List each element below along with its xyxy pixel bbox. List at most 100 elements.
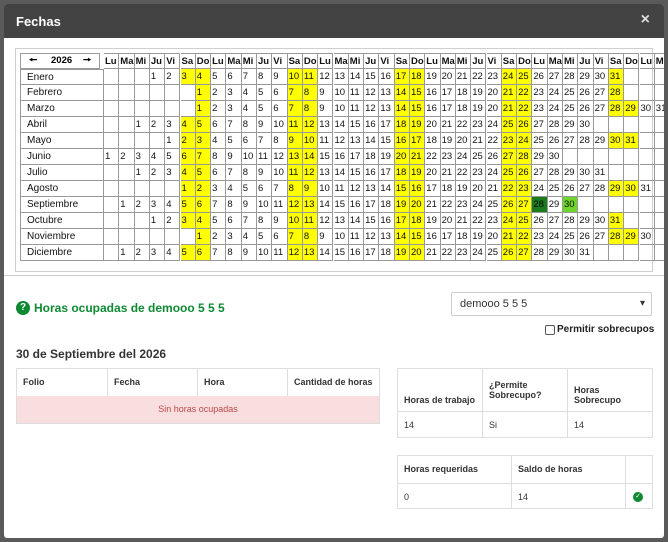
calendar-day[interactable]: 18 — [410, 69, 426, 85]
close-icon[interactable]: × — [641, 11, 650, 29]
calendar-day[interactable]: 25 — [532, 133, 548, 149]
calendar-day[interactable]: 20 — [410, 245, 426, 261]
calendar-day[interactable]: 9 — [272, 69, 288, 85]
calendar-day[interactable]: 16 — [425, 85, 441, 101]
calendar-day[interactable]: 7 — [195, 149, 212, 165]
calendar-day[interactable]: 8 — [302, 85, 319, 101]
calendar-day[interactable]: 19 — [471, 101, 487, 117]
calendar-day[interactable]: 28 — [608, 101, 625, 117]
calendar-day[interactable]: 26 — [501, 245, 518, 261]
calendar-day[interactable]: 6 — [211, 117, 227, 133]
calendar-day[interactable]: 30 — [624, 181, 640, 197]
calendar-day[interactable]: 29 — [578, 69, 594, 85]
calendar-day[interactable]: 24 — [547, 101, 563, 117]
calendar-day[interactable]: 5 — [226, 133, 242, 149]
calendar-day[interactable]: 25 — [471, 149, 487, 165]
calendar-day[interactable]: 19 — [471, 85, 487, 101]
calendar-day[interactable]: 13 — [379, 101, 395, 117]
calendar-day[interactable]: 19 — [410, 165, 426, 181]
calendar-day[interactable]: 3 — [226, 229, 242, 245]
calendar-day[interactable]: 6 — [272, 85, 288, 101]
calendar-day[interactable]: 15 — [364, 213, 380, 229]
calendar-day[interactable]: 22 — [501, 181, 518, 197]
calendar-day[interactable]: 31 — [624, 133, 640, 149]
calendar-day[interactable]: 17 — [394, 69, 410, 85]
calendar-day[interactable]: 25 — [563, 229, 579, 245]
calendar-day[interactable]: 25 — [486, 245, 502, 261]
calendar-day[interactable]: 22 — [517, 229, 533, 245]
calendar-day[interactable]: 28 — [593, 181, 609, 197]
calendar-day[interactable]: 26 — [563, 181, 579, 197]
calendar-day[interactable]: 12 — [364, 85, 380, 101]
calendar-day[interactable]: 5 — [195, 117, 212, 133]
calendar-day[interactable]: 17 — [394, 213, 410, 229]
calendar-day[interactable]: 19 — [379, 149, 395, 165]
calendar-day[interactable]: 21 — [501, 229, 518, 245]
calendar-day[interactable]: 14 — [348, 213, 365, 229]
calendar-day[interactable]: 28 — [547, 165, 563, 181]
calendar-day[interactable]: 14 — [348, 69, 365, 85]
calendar-day[interactable]: 22 — [440, 197, 456, 213]
calendar-day[interactable]: 20 — [410, 197, 426, 213]
calendar-day[interactable]: 6 — [226, 69, 242, 85]
calendar-day[interactable]: 12 — [318, 69, 334, 85]
calendar-day[interactable]: 27 — [501, 149, 518, 165]
calendar-day[interactable]: 31 — [578, 245, 594, 261]
calendar-day[interactable]: 5 — [180, 197, 196, 213]
calendar-day[interactable]: 4 — [180, 165, 196, 181]
calendar-day[interactable]: 20 — [394, 149, 410, 165]
calendar-day[interactable]: 11 — [333, 181, 349, 197]
calendar-day[interactable]: 8 — [226, 245, 242, 261]
calendar-day[interactable]: 17 — [440, 101, 456, 117]
calendar-day[interactable]: 21 — [455, 69, 472, 85]
calendar-day[interactable]: 9 — [318, 85, 334, 101]
calendar-day[interactable]: 24 — [501, 213, 518, 229]
calendar-day[interactable]: 1 — [149, 69, 166, 85]
calendar-day[interactable]: 10 — [333, 85, 349, 101]
calendar-day[interactable]: 17 — [379, 165, 395, 181]
calendar-day[interactable]: 28 — [517, 149, 533, 165]
calendar-day[interactable]: 23 — [532, 85, 548, 101]
calendar-day[interactable]: 12 — [272, 149, 288, 165]
calendar-day[interactable]: 11 — [272, 245, 288, 261]
calendar-day[interactable]: 29 — [624, 101, 640, 117]
calendar-day[interactable]: 28 — [608, 85, 625, 101]
calendar-day[interactable]: 18 — [379, 197, 395, 213]
calendar-day[interactable]: 25 — [563, 85, 579, 101]
calendar-day[interactable]: 11 — [348, 229, 365, 245]
calendar-day[interactable]: 17 — [425, 181, 441, 197]
calendar-day[interactable]: 24 — [471, 245, 487, 261]
calendar-day[interactable]: 14 — [318, 197, 334, 213]
calendar-day[interactable]: 27 — [593, 85, 609, 101]
calendar-day[interactable]: 10 — [333, 229, 349, 245]
calendar-day[interactable]: 9 — [226, 149, 242, 165]
calendar-day[interactable]: 1 — [134, 165, 150, 181]
calendar-day[interactable]: 28 — [532, 197, 548, 213]
calendar-day[interactable]: 13 — [333, 213, 349, 229]
calendar-day[interactable]: 15 — [410, 101, 426, 117]
calendar-day[interactable]: 2 — [195, 181, 212, 197]
calendar-day[interactable]: 19 — [394, 197, 410, 213]
calendar-day[interactable]: 1 — [119, 197, 135, 213]
calendar-day[interactable]: 30 — [563, 245, 579, 261]
calendar-day[interactable]: 4 — [226, 181, 242, 197]
calendar-day[interactable]: 7 — [226, 165, 242, 181]
calendar-day[interactable]: 27 — [547, 213, 563, 229]
calendar-day[interactable]: 19 — [425, 213, 441, 229]
calendar-day[interactable]: 13 — [333, 69, 349, 85]
calendar-day[interactable]: 15 — [410, 229, 426, 245]
calendar-day[interactable]: 13 — [287, 149, 303, 165]
calendar-day[interactable]: 8 — [302, 101, 319, 117]
calendar-day[interactable]: 9 — [241, 245, 257, 261]
calendar-day[interactable]: 4 — [241, 101, 257, 117]
calendar-day[interactable]: 26 — [578, 229, 594, 245]
calendar-day[interactable]: 11 — [272, 197, 288, 213]
calendar-day[interactable]: 11 — [318, 133, 334, 149]
calendar-day[interactable]: 17 — [379, 117, 395, 133]
calendar-day[interactable]: 2 — [211, 229, 227, 245]
calendar-day[interactable]: 22 — [486, 133, 502, 149]
calendar-day[interactable]: 27 — [563, 133, 579, 149]
calendar-day[interactable]: 29 — [608, 181, 625, 197]
calendar-day[interactable]: 18 — [364, 149, 380, 165]
calendar-day[interactable]: 3 — [211, 181, 227, 197]
